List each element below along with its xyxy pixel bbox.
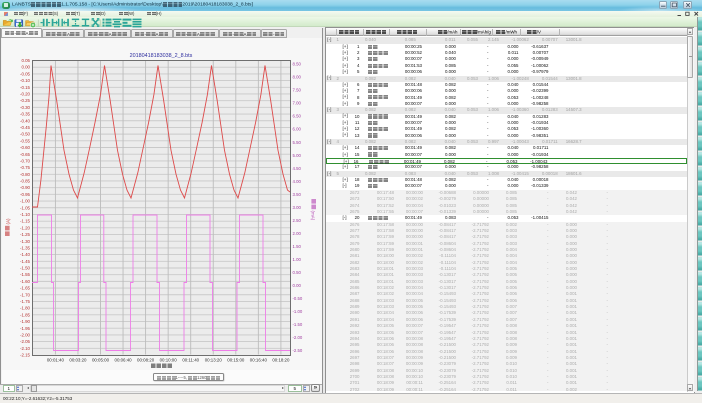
svg-text:-0.45: -0.45 bbox=[20, 125, 31, 130]
svg-text:8.50: 8.50 bbox=[293, 62, 302, 67]
svg-text:0.50: 0.50 bbox=[293, 270, 302, 275]
svg-text:-0.85: -0.85 bbox=[20, 179, 31, 184]
svg-text:-0.75: -0.75 bbox=[20, 165, 31, 170]
svg-text:-1.10: -1.10 bbox=[20, 212, 31, 217]
svg-text:-1.00: -1.00 bbox=[293, 309, 303, 314]
svg-text:-1.05: -1.05 bbox=[20, 205, 31, 210]
svg-text:-0.30: -0.30 bbox=[20, 105, 31, 110]
svg-text:-1.25: -1.25 bbox=[20, 232, 31, 237]
svg-text:(A): (A) bbox=[6, 218, 11, 225]
svg-text:-2.05: -2.05 bbox=[20, 339, 31, 344]
svg-text:-1.50: -1.50 bbox=[20, 266, 31, 271]
svg-text:-1.90: -1.90 bbox=[20, 319, 31, 324]
svg-text:00:16:40: 00:16:40 bbox=[250, 358, 268, 363]
svg-text:-0.20: -0.20 bbox=[20, 92, 31, 97]
svg-text:5.00: 5.00 bbox=[293, 153, 302, 158]
svg-text:-2.00: -2.00 bbox=[20, 332, 31, 337]
svg-text:-1.55: -1.55 bbox=[20, 272, 31, 277]
svg-text:-2.15: -2.15 bbox=[20, 353, 31, 358]
svg-text:-0.05: -0.05 bbox=[20, 71, 31, 76]
svg-text:0.00: 0.00 bbox=[293, 283, 302, 288]
svg-text:-1.35: -1.35 bbox=[20, 245, 31, 250]
svg-text:7.00: 7.00 bbox=[293, 101, 302, 106]
svg-text:-1.75: -1.75 bbox=[20, 299, 31, 304]
svg-text:2.50: 2.50 bbox=[293, 218, 302, 223]
svg-text:-0.55: -0.55 bbox=[20, 138, 31, 143]
svg-text:-0.15: -0.15 bbox=[20, 85, 31, 90]
svg-text:00:08:20: 00:08:20 bbox=[137, 358, 155, 363]
svg-text:00:10:00: 00:10:00 bbox=[160, 358, 178, 363]
svg-text:00:05:00: 00:05:00 bbox=[92, 358, 110, 363]
svg-text:-1.60: -1.60 bbox=[20, 279, 31, 284]
svg-text:00:18:20: 00:18:20 bbox=[272, 358, 290, 363]
svg-text:6.50: 6.50 bbox=[293, 114, 302, 119]
svg-text:-0.40: -0.40 bbox=[20, 118, 31, 123]
svg-text:-0.10: -0.10 bbox=[20, 78, 31, 83]
svg-text:-0.70: -0.70 bbox=[20, 158, 31, 163]
svg-text:-0.80: -0.80 bbox=[20, 172, 31, 177]
svg-text:1.00: 1.00 bbox=[293, 257, 302, 262]
svg-text:-1.30: -1.30 bbox=[20, 239, 31, 244]
svg-text:4.00: 4.00 bbox=[293, 179, 302, 184]
svg-text:-0.50: -0.50 bbox=[20, 132, 31, 137]
svg-text:0.00: 0.00 bbox=[21, 65, 30, 70]
svg-text:(mA): (mA) bbox=[311, 211, 316, 221]
svg-text:-2.50: -2.50 bbox=[293, 348, 303, 353]
svg-text:-0.35: -0.35 bbox=[20, 112, 31, 117]
svg-text:7.50: 7.50 bbox=[293, 88, 302, 93]
svg-text:-0.95: -0.95 bbox=[20, 192, 31, 197]
svg-text:0.05: 0.05 bbox=[21, 58, 30, 63]
svg-text:-2.00: -2.00 bbox=[293, 335, 303, 340]
svg-text:00:13:20: 00:13:20 bbox=[205, 358, 223, 363]
svg-text:20180418183038_2_8.bts: 20180418183038_2_8.bts bbox=[130, 53, 193, 59]
svg-text:-1.65: -1.65 bbox=[20, 286, 31, 291]
svg-text:-1.95: -1.95 bbox=[20, 326, 31, 331]
svg-text:-1.85: -1.85 bbox=[20, 312, 31, 317]
svg-text:-1.80: -1.80 bbox=[20, 306, 31, 311]
svg-text:8.00: 8.00 bbox=[293, 75, 302, 80]
svg-text:2.00: 2.00 bbox=[293, 231, 302, 236]
svg-text:6.00: 6.00 bbox=[293, 127, 302, 132]
svg-text:00:15:00: 00:15:00 bbox=[227, 358, 245, 363]
svg-text:-1.00: -1.00 bbox=[20, 199, 31, 204]
svg-text:-0.65: -0.65 bbox=[20, 152, 31, 157]
svg-text:00:03:20: 00:03:20 bbox=[69, 358, 87, 363]
svg-text:3.00: 3.00 bbox=[293, 205, 302, 210]
svg-text:-0.90: -0.90 bbox=[20, 185, 31, 190]
svg-text:00:11:40: 00:11:40 bbox=[182, 358, 199, 363]
svg-text:5.50: 5.50 bbox=[293, 140, 302, 145]
svg-text:-0.60: -0.60 bbox=[20, 145, 31, 150]
svg-text:4.50: 4.50 bbox=[293, 166, 302, 171]
svg-text:-1.40: -1.40 bbox=[20, 252, 31, 257]
svg-text:00:06:40: 00:06:40 bbox=[115, 358, 133, 363]
svg-text:-1.50: -1.50 bbox=[293, 322, 303, 327]
svg-text:00:01:40: 00:01:40 bbox=[47, 358, 65, 363]
svg-text:-1.70: -1.70 bbox=[20, 292, 31, 297]
svg-text:1.50: 1.50 bbox=[293, 244, 302, 249]
svg-text:3.50: 3.50 bbox=[293, 192, 302, 197]
svg-text:-1.20: -1.20 bbox=[20, 225, 31, 230]
svg-text:-1.15: -1.15 bbox=[20, 219, 31, 224]
svg-text:-2.10: -2.10 bbox=[20, 346, 31, 351]
svg-text:-0.50: -0.50 bbox=[293, 296, 303, 301]
svg-text:-0.25: -0.25 bbox=[20, 98, 31, 103]
svg-text:-1.45: -1.45 bbox=[20, 259, 31, 264]
